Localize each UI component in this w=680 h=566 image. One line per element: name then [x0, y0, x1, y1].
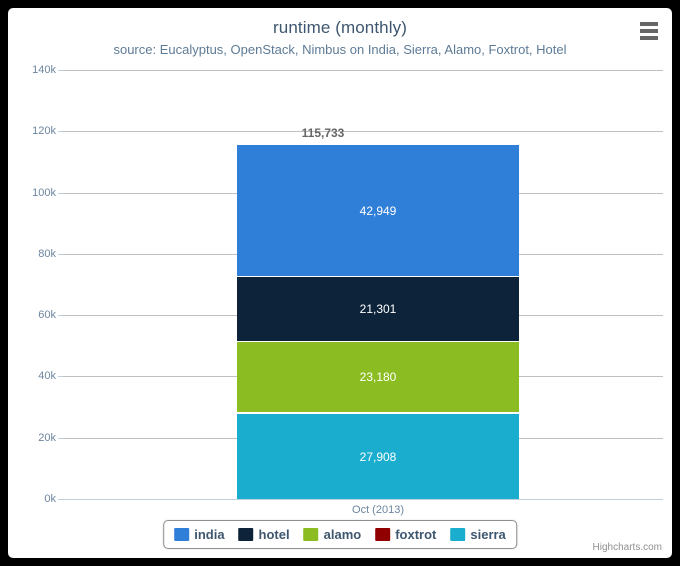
legend-label-sierra: sierra [470, 527, 506, 542]
legend-swatch-alamo [303, 528, 319, 541]
legend-item-hotel[interactable]: hotel [238, 527, 290, 542]
legend-item-foxtrot[interactable]: foxtrot [375, 527, 436, 542]
legend-item-alamo[interactable]: alamo [303, 527, 362, 542]
y-axis-tick-label: 60k [38, 309, 56, 322]
legend-label-alamo: alamo [323, 527, 362, 542]
y-axis-tick-label: 100k [32, 186, 56, 199]
x-axis-category-label: Oct (2013) [352, 504, 404, 516]
bar-segment-label-india: 42,949 [359, 203, 397, 218]
stack-total-label: 115,733 [301, 126, 345, 141]
y-axis-tick [58, 376, 63, 378]
hamburger-bar-1 [640, 22, 658, 26]
y-axis-title: hour [8, 243, 10, 270]
legend-label-hotel: hotel [258, 527, 290, 542]
y-axis-tick [58, 253, 63, 255]
bar-segment-india[interactable]: 42,949 [237, 144, 519, 276]
legend-swatch-hotel [238, 528, 254, 541]
x-axis-line [63, 499, 663, 500]
y-axis-tick-label: 0k [44, 493, 56, 505]
legend-label-india: india [194, 527, 225, 542]
gridline [63, 70, 663, 71]
legend-label-foxtrot: foxtrot [395, 527, 437, 542]
hamburger-bar-3 [640, 36, 658, 40]
credits-label: Highcharts.com [592, 542, 662, 553]
y-axis-tick [58, 437, 63, 439]
bar-segment-sierra[interactable]: 27,908 [237, 413, 519, 499]
hamburger-menu-icon[interactable] [636, 19, 662, 43]
bar-segment-label-hotel: 21,301 [359, 302, 397, 317]
bar-segment-label-sierra: 27,908 [359, 449, 397, 464]
hamburger-bar-2 [640, 29, 658, 33]
y-axis-tick [58, 499, 63, 500]
bar-segment-hotel[interactable]: 21,301 [237, 275, 519, 342]
y-axis-tick [58, 192, 63, 194]
y-axis-tick-label: 40k [38, 370, 56, 383]
legend-swatch-india [174, 528, 190, 541]
y-axis-tick [58, 315, 63, 317]
y-axis-tick [58, 70, 63, 71]
legend-item-sierra[interactable]: sierra [450, 527, 506, 542]
y-axis-tick-label: 80k [38, 247, 56, 260]
legend-swatch-sierra [450, 528, 466, 541]
y-axis-tick [58, 131, 63, 133]
bar-segment-label-alamo: 23,180 [359, 370, 397, 385]
y-axis-tick-label: 20k [38, 431, 56, 444]
y-axis-labels: 0k 20k 40k 60k 80k 100k 120k 140k [8, 64, 56, 505]
stacked-bar-column[interactable]: 42,94921,30123,18039527,908 [237, 144, 519, 499]
highcharts-container: runtime (monthly) source: Eucalyptus, Op… [8, 8, 672, 558]
legend: india hotel alamo foxtrot sierra [163, 520, 517, 549]
y-axis-tick-label: 140k [32, 64, 56, 76]
legend-item-india[interactable]: india [174, 527, 225, 542]
chart-subtitle: source: Eucalyptus, OpenStack, Nimbus on… [113, 42, 567, 57]
bar-segment-alamo[interactable]: 23,180 [237, 341, 519, 413]
legend-swatch-foxtrot [375, 528, 391, 541]
y-axis-tick-label: 120k [32, 125, 56, 138]
chart-title: runtime (monthly) [273, 18, 407, 37]
